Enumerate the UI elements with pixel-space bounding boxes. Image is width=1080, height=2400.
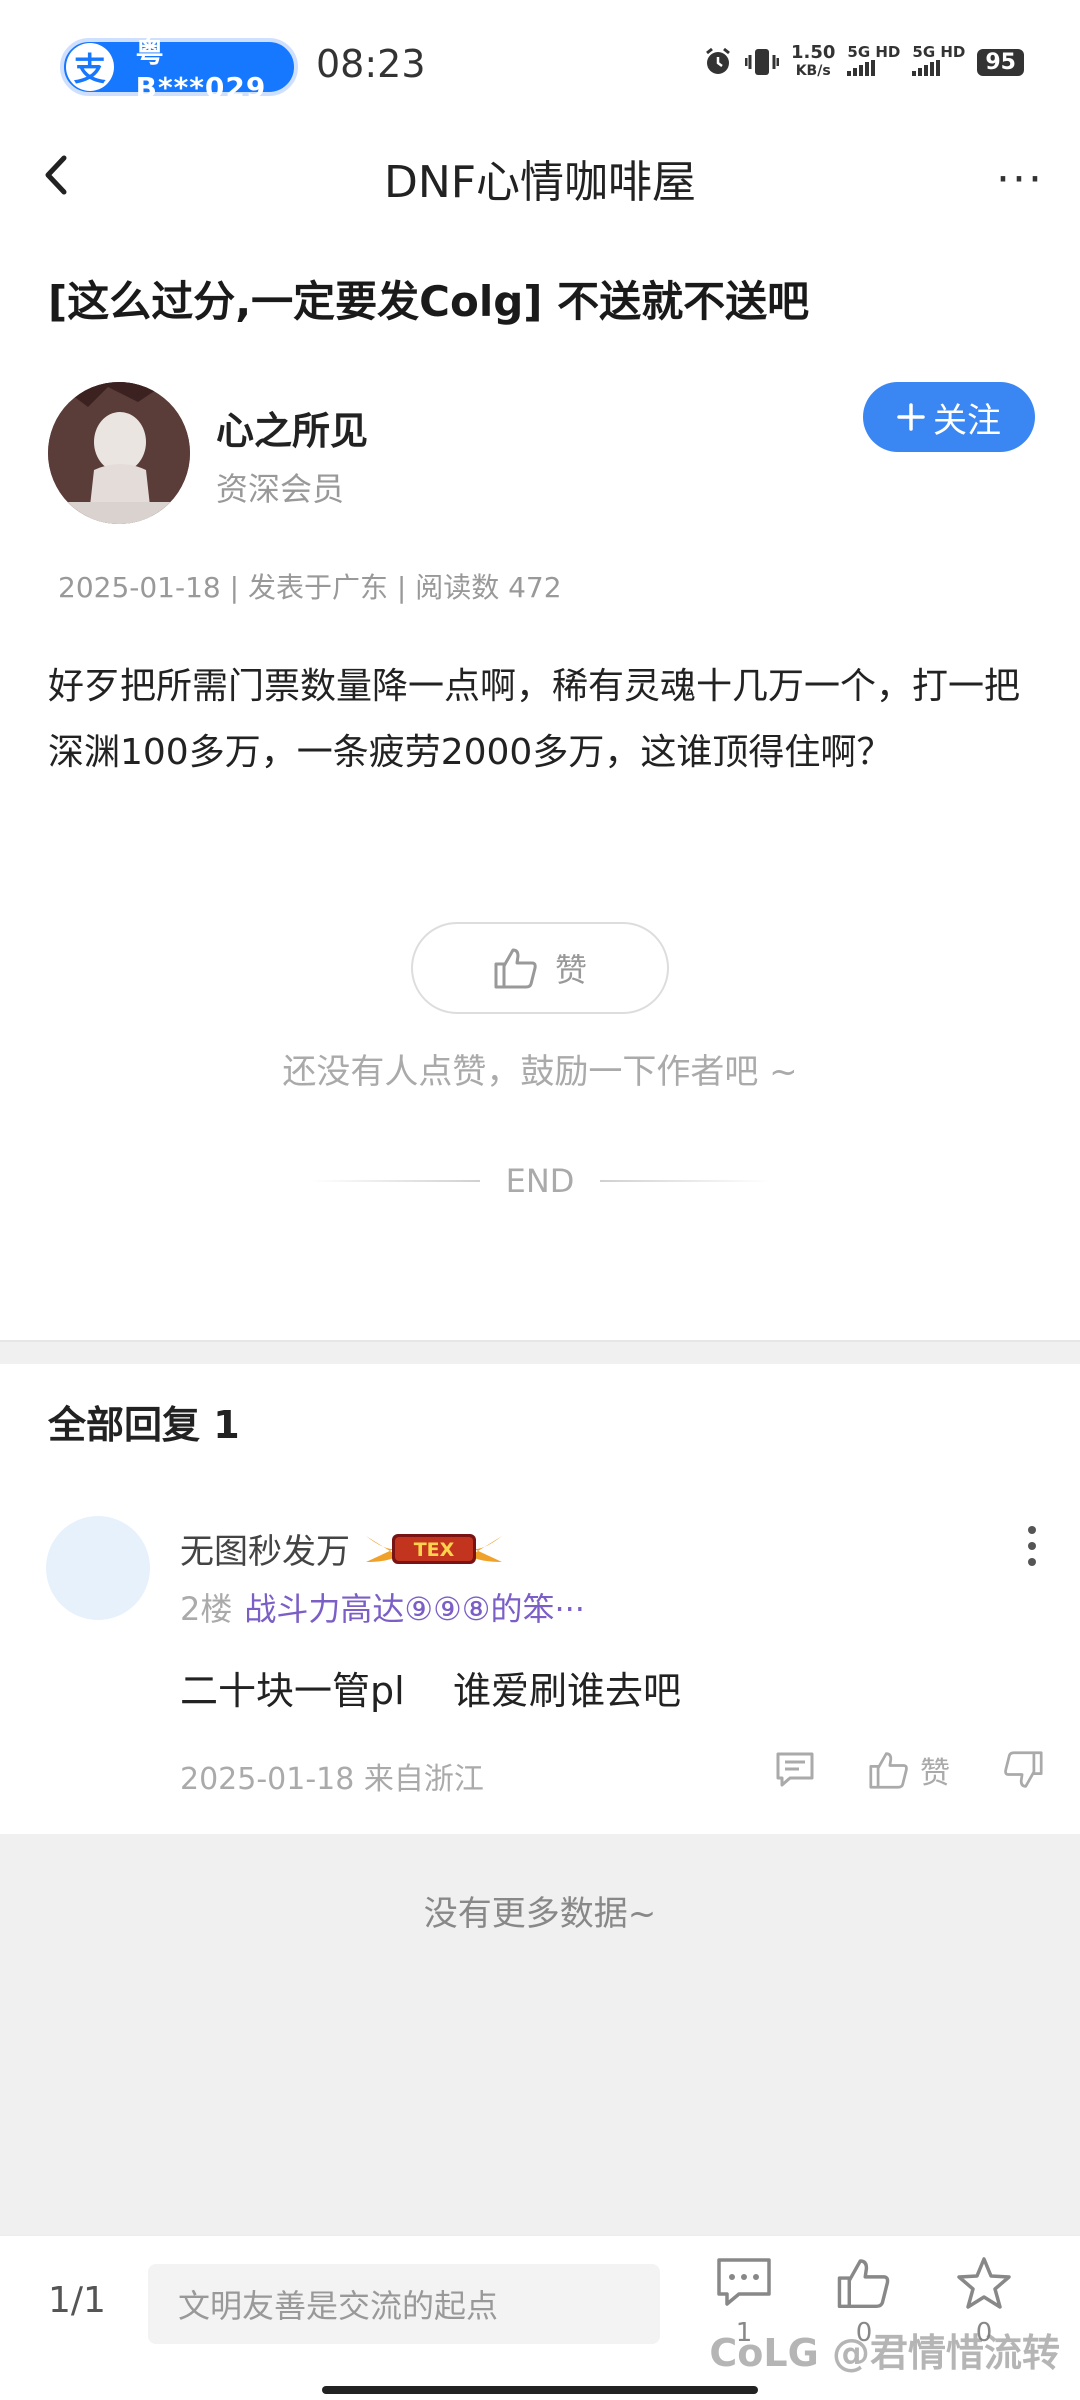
plus-icon <box>897 403 925 431</box>
follow-label: 关注 <box>933 400 1001 441</box>
reply-avatar[interactable] <box>46 1516 150 1620</box>
reply-date: 2025-01-18 来自浙江 <box>180 1762 484 1797</box>
post-title: [这么过分,一定要发Colg] 不送就不送吧 <box>48 277 810 326</box>
star-icon <box>957 2257 1011 2309</box>
alipay-icon: 支 <box>66 43 114 91</box>
reply-more-icon[interactable] <box>1022 1526 1042 1566</box>
replies-header: 全部回复 1 <box>48 1403 240 1447</box>
signal-bars-icon <box>912 60 941 76</box>
svg-text:TEX: TEX <box>414 1539 455 1561</box>
avatar-image <box>48 382 190 524</box>
like-hint: 还没有人点赞，鼓励一下作者吧 ~ <box>282 1052 798 1092</box>
forum-title: DNF心情咖啡屋 <box>383 157 697 208</box>
more-options-icon[interactable]: ··· <box>996 154 1044 205</box>
thumbs-up-icon <box>494 948 537 989</box>
follow-button[interactable]: 关注 <box>863 382 1035 452</box>
section-separator <box>0 1340 1080 1364</box>
reply-text: 二十块一管pl 谁爱刷谁去吧 <box>180 1669 681 1713</box>
post-meta: 2025-01-18 | 发表于广东 | 阅读数 472 <box>58 571 562 604</box>
status-bar: 支 粤B***029 08:23 1.50 KB/s 5G HD 5G HD 9… <box>0 0 1080 130</box>
reply-floor-line: 2楼 战斗力高达⑨⑨⑧的笨··· <box>180 1584 585 1630</box>
comment-icon[interactable] <box>774 1750 816 1790</box>
reply-signature: 战斗力高达⑨⑨⑧的笨··· <box>244 1590 585 1628</box>
alarm-icon <box>706 47 730 74</box>
like-label: 赞 <box>554 951 587 989</box>
top-nav: DNF心情咖啡屋 ··· <box>0 130 1080 220</box>
comment-input[interactable]: 文明友善是交流的起点 <box>148 2264 660 2344</box>
battery-indicator: 95 <box>977 48 1024 76</box>
signal-1: 5G HD <box>847 44 900 80</box>
author-rank: 资深会员 <box>216 470 345 508</box>
divider-line <box>600 1180 771 1182</box>
reply-floor: 2楼 <box>180 1590 233 1628</box>
like-button[interactable]: 赞 <box>411 922 669 1014</box>
thumbs-down-icon[interactable] <box>1002 1750 1044 1790</box>
vibrate-icon <box>744 49 779 75</box>
post-body: 好歹把所需门票数量降一点啊，稀有灵魂十几万一个，打一把深渊100多万，一条疲劳2… <box>48 666 1021 773</box>
license-plate: 粤B***029 <box>135 35 267 104</box>
reply-like-button[interactable]: 赞 <box>868 1748 950 1792</box>
level-badge-icon: TEX <box>366 1533 502 1564</box>
watermark: CoLG @君情惜流转 <box>709 2331 1060 2375</box>
system-indicators: 1.50 KB/s 5G HD 5G HD 95 <box>703 44 1024 80</box>
reply-actions: 赞 <box>774 1748 1044 1792</box>
thumbs-up-icon <box>869 1752 908 1789</box>
end-divider: END <box>0 1162 1080 1200</box>
comment-icon <box>717 2258 771 2306</box>
end-label: END <box>505 1162 575 1200</box>
reply-like-label: 赞 <box>920 1756 950 1791</box>
alipay-plate-pill[interactable]: 支 粤B***029 <box>60 36 298 104</box>
divider-line <box>309 1180 480 1182</box>
home-indicator[interactable] <box>322 2386 758 2394</box>
signal-2: 5G HD <box>912 44 965 80</box>
author-name[interactable]: 心之所见 <box>216 400 368 455</box>
page-indicator[interactable]: 1/1 <box>48 2280 106 2321</box>
signal-bars-icon <box>847 60 876 76</box>
reply-username[interactable]: 无图秒发万 <box>180 1524 350 1573</box>
no-more-data: 没有更多数据~ <box>423 1894 657 1934</box>
network-speed: 1.50 KB/s <box>790 42 836 80</box>
author-avatar[interactable] <box>48 382 190 524</box>
thumbs-up-icon <box>837 2259 890 2309</box>
reply-user: 无图秒发万 TEX <box>180 1524 504 1573</box>
clock: 08:23 <box>316 42 426 86</box>
